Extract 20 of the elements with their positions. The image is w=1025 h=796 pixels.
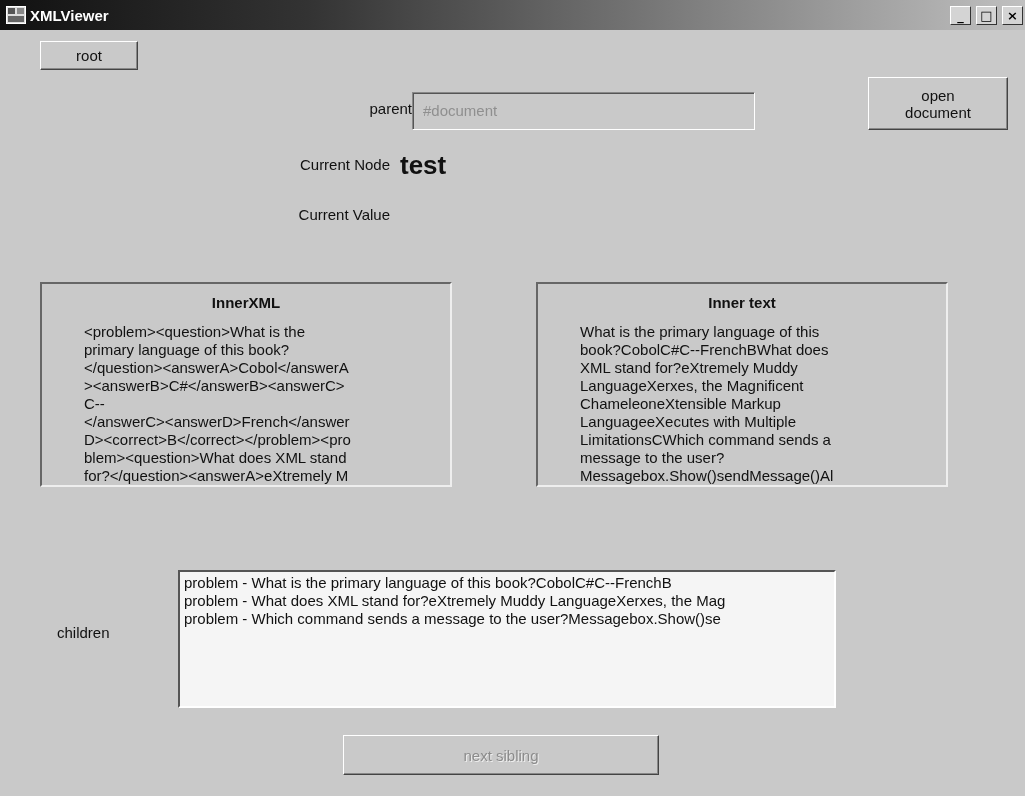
maximize-button[interactable]: □ [976, 5, 997, 25]
list-item[interactable]: problem - What is the primary language of this book?CobolC#C--FrenchB [184, 574, 830, 592]
open-document-button[interactable]: open document [868, 77, 1008, 130]
children-list[interactable] [178, 570, 836, 708]
panel-text: <problem><question>What is the primary language of this book? </question><answerA>Cobol</answerA ><answerB>C#</answerB><answerC> C-- </answerC><answerD>French</answer D><correct>B</correct></problem><pro blem><question>What does XML stand for?</question><answerA>eXtremely M [84, 323, 352, 485]
minimize-button[interactable]: _ [950, 5, 971, 25]
panel-text: What is the primary language of this book?CobolC#C--FrenchBWhat does XML stand for?eXtremely Muddy LanguageXerxes, the Magnificent ChameleoneXtensible Markup LanguageeXecutes with Multiple LimitationsCWhich command sends a message to the user? Messagebox.Show()sendMessage()Al [580, 323, 835, 485]
current-node-label: Current Node [298, 155, 391, 175]
children-label: children [56, 623, 111, 643]
panel-title: InnerXML [210, 294, 282, 311]
list-item[interactable]: problem - Which command sends a message to the user?Messagebox.Show()se [184, 610, 830, 628]
panel-title: Inner text [707, 294, 777, 311]
root-button[interactable]: root [40, 41, 138, 70]
window-title: XMLViewer [30, 6, 110, 24]
list-item[interactable]: problem - What does XML stand for?eXtremely Muddy LanguageXerxes, the Mag [184, 592, 830, 610]
current-value-label: Current Value [297, 205, 391, 225]
close-button[interactable]: × [1002, 5, 1023, 25]
app-icon [6, 6, 26, 24]
current-node-value: test [400, 149, 448, 181]
parent-label: parent [368, 100, 412, 117]
